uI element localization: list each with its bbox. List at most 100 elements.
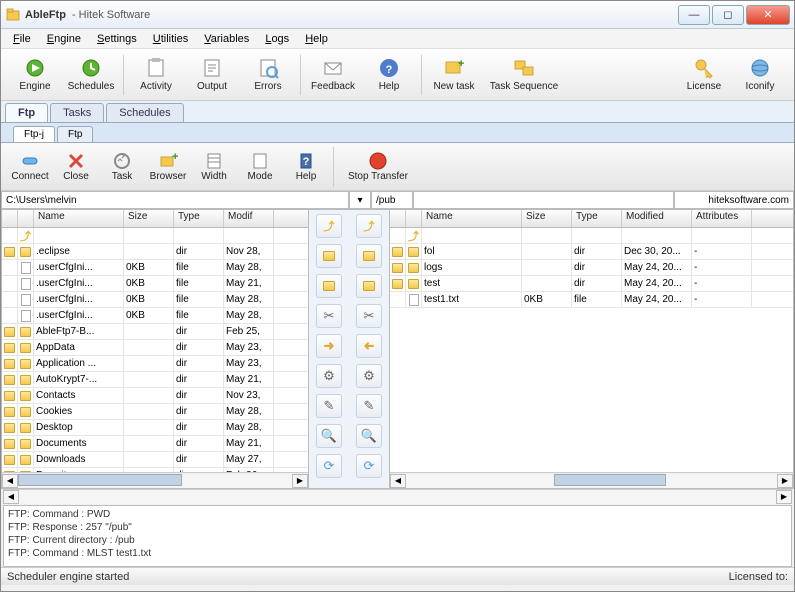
open-folder-icon-r[interactable] bbox=[356, 244, 382, 268]
local-path-dropdown[interactable]: ▾ bbox=[349, 191, 371, 209]
table-row[interactable]: .userCfgIni...0KBfileMay 28, bbox=[2, 308, 308, 324]
log-panel[interactable]: FTP: Command : PWDFTP: Response : 257 "/… bbox=[3, 505, 792, 567]
up-folder-icon-r[interactable]: ⤴ bbox=[356, 214, 382, 238]
cut-icon[interactable]: ✂ bbox=[316, 304, 342, 328]
table-row[interactable]: ContactsdirNov 23, bbox=[2, 388, 308, 404]
settings-icon[interactable]: ⚙ bbox=[316, 364, 342, 388]
table-row[interactable]: ⤴ bbox=[2, 228, 308, 244]
new-folder-icon-r[interactable] bbox=[356, 274, 382, 298]
table-row[interactable]: FavoritesdirFeb 26, bbox=[2, 468, 308, 472]
menubar: File Engine Settings Utilities Variables… bbox=[1, 29, 794, 49]
menu-file[interactable]: File bbox=[5, 31, 39, 47]
col-name-r[interactable]: Name bbox=[422, 210, 522, 227]
svg-text:?: ? bbox=[303, 156, 310, 168]
remote-hscroll[interactable]: ◀ ▶ bbox=[390, 472, 793, 488]
activity-button[interactable]: Activity bbox=[128, 51, 184, 99]
scroll-left-icon[interactable]: ◀ bbox=[2, 474, 18, 488]
table-row[interactable]: .userCfgIni...0KBfileMay 28, bbox=[2, 260, 308, 276]
table-row[interactable]: foldirDec 30, 20...- bbox=[390, 244, 793, 260]
svg-text:?: ? bbox=[386, 64, 393, 76]
minimize-button[interactable]: — bbox=[678, 5, 710, 25]
edit-icon-r[interactable]: ✎ bbox=[356, 394, 382, 418]
local-grid[interactable]: ⤴.eclipsedirNov 28,.userCfgIni...0KBfile… bbox=[2, 228, 308, 472]
errors-button[interactable]: Errors bbox=[240, 51, 296, 99]
settings-icon-r[interactable]: ⚙ bbox=[356, 364, 382, 388]
scroll-right-icon-r[interactable]: ▶ bbox=[777, 474, 793, 488]
table-row[interactable]: DocumentsdirMay 21, bbox=[2, 436, 308, 452]
help-button[interactable]: ?Help bbox=[361, 51, 417, 99]
table-row[interactable]: test1.txt0KBfileMay 24, 20...- bbox=[390, 292, 793, 308]
search-icon-r[interactable]: 🔍 bbox=[356, 424, 382, 448]
schedules-button[interactable]: Schedules bbox=[63, 51, 119, 99]
col-name[interactable]: Name bbox=[34, 210, 124, 227]
open-folder-icon[interactable] bbox=[316, 244, 342, 268]
license-button[interactable]: License bbox=[676, 51, 732, 99]
remote-path[interactable]: /pub bbox=[371, 191, 413, 209]
stop-transfer-button[interactable]: Stop Transfer bbox=[338, 151, 418, 182]
scroll-right-icon[interactable]: ▶ bbox=[292, 474, 308, 488]
iconify-button[interactable]: Iconify bbox=[732, 51, 788, 99]
browser-button[interactable]: +Browser bbox=[145, 151, 191, 182]
ftp-toolbar: Connect Close Task +Browser Width Mode ?… bbox=[1, 143, 794, 191]
tasksequence-button[interactable]: Task Sequence bbox=[482, 51, 566, 99]
feedback-button[interactable]: Feedback bbox=[305, 51, 361, 99]
up-folder-icon[interactable]: ⤴ bbox=[316, 214, 342, 238]
col-size[interactable]: Size bbox=[124, 210, 174, 227]
menu-help[interactable]: Help bbox=[297, 31, 336, 47]
local-hscroll[interactable]: ◀ ▶ bbox=[2, 472, 308, 488]
table-row[interactable]: AbleFtp7-B...dirFeb 25, bbox=[2, 324, 308, 340]
table-row[interactable]: AutoKrypt7-...dirMay 21, bbox=[2, 372, 308, 388]
menu-utilities[interactable]: Utilities bbox=[145, 31, 196, 47]
col-size-r[interactable]: Size bbox=[522, 210, 572, 227]
table-row[interactable]: DesktopdirMay 28, bbox=[2, 420, 308, 436]
bottom-scroll[interactable]: ◀▶ bbox=[3, 489, 792, 503]
table-row[interactable]: DownloadsdirMay 27, bbox=[2, 452, 308, 468]
cut-icon-r[interactable]: ✂ bbox=[356, 304, 382, 328]
tab-ftp[interactable]: Ftp bbox=[5, 103, 48, 122]
col-type-r[interactable]: Type bbox=[572, 210, 622, 227]
table-row[interactable]: .eclipsedirNov 28, bbox=[2, 244, 308, 260]
menu-logs[interactable]: Logs bbox=[257, 31, 297, 47]
table-row[interactable]: AppDatadirMay 23, bbox=[2, 340, 308, 356]
refresh-icon-r[interactable]: ⟳ bbox=[356, 454, 382, 478]
width-button[interactable]: Width bbox=[191, 151, 237, 182]
maximize-button[interactable]: ◻ bbox=[712, 5, 744, 25]
edit-icon[interactable]: ✎ bbox=[316, 394, 342, 418]
table-row[interactable]: CookiesdirMay 28, bbox=[2, 404, 308, 420]
transfer-right-icon[interactable]: ➜ bbox=[316, 334, 342, 358]
task-button[interactable]: Task bbox=[99, 151, 145, 182]
titlebar: AbleFtp - Hitek Software — ◻ ✕ bbox=[1, 1, 794, 29]
table-row[interactable]: testdirMay 24, 20...- bbox=[390, 276, 793, 292]
col-modified-r[interactable]: Modified bbox=[622, 210, 692, 227]
menu-variables[interactable]: Variables bbox=[196, 31, 257, 47]
output-button[interactable]: Output bbox=[184, 51, 240, 99]
table-row[interactable]: .userCfgIni...0KBfileMay 21, bbox=[2, 276, 308, 292]
newtask-button[interactable]: +New task bbox=[426, 51, 482, 99]
subtab-ftp[interactable]: Ftp bbox=[57, 126, 93, 142]
col-modified[interactable]: Modif bbox=[224, 210, 274, 227]
mode-button[interactable]: Mode bbox=[237, 151, 283, 182]
col-type[interactable]: Type bbox=[174, 210, 224, 227]
help-button2[interactable]: ?Help bbox=[283, 151, 329, 182]
remote-grid[interactable]: ⤴foldirDec 30, 20...-logsdirMay 24, 20..… bbox=[390, 228, 793, 472]
col-attributes[interactable]: Attributes bbox=[692, 210, 752, 227]
close-button[interactable]: ✕ bbox=[746, 5, 790, 25]
close-button2[interactable]: Close bbox=[53, 151, 99, 182]
connect-button[interactable]: Connect bbox=[7, 151, 53, 182]
menu-settings[interactable]: Settings bbox=[89, 31, 145, 47]
table-row[interactable]: logsdirMay 24, 20...- bbox=[390, 260, 793, 276]
new-folder-icon[interactable] bbox=[316, 274, 342, 298]
local-path[interactable]: C:\Users\melvin bbox=[1, 191, 349, 209]
table-row[interactable]: .userCfgIni...0KBfileMay 28, bbox=[2, 292, 308, 308]
transfer-left-icon[interactable]: ➜ bbox=[356, 334, 382, 358]
search-icon[interactable]: 🔍 bbox=[316, 424, 342, 448]
table-row[interactable]: Application ...dirMay 23, bbox=[2, 356, 308, 372]
subtab-ftpj[interactable]: Ftp-j bbox=[13, 126, 55, 142]
scroll-left-icon-r[interactable]: ◀ bbox=[390, 474, 406, 488]
tab-schedules[interactable]: Schedules bbox=[106, 103, 183, 122]
table-row[interactable]: ⤴ bbox=[390, 228, 793, 244]
refresh-icon[interactable]: ⟳ bbox=[316, 454, 342, 478]
tab-tasks[interactable]: Tasks bbox=[50, 103, 104, 122]
menu-engine[interactable]: Engine bbox=[39, 31, 89, 47]
engine-button[interactable]: Engine bbox=[7, 51, 63, 99]
